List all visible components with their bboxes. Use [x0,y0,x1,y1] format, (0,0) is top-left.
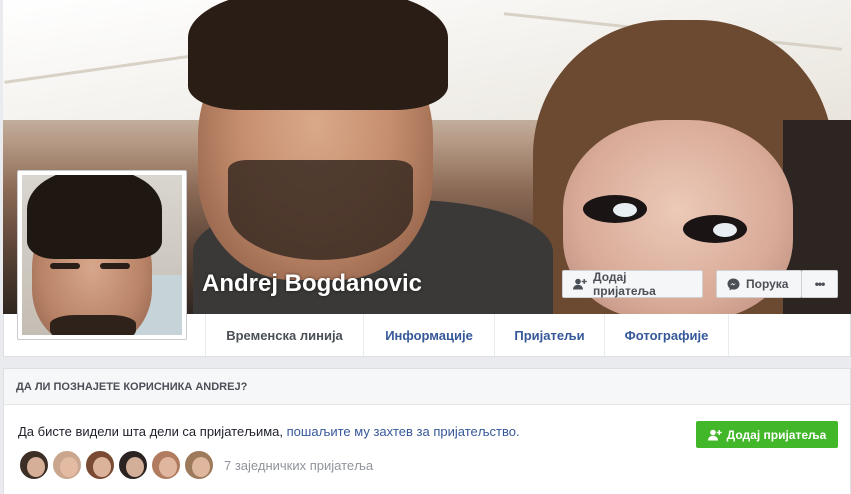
person-plus-icon [573,278,587,290]
more-dots-icon: ••• [814,277,826,291]
person-plus-icon [707,429,722,441]
profile-page: Andrej Bogdanovic Додај пријатеља Порука… [0,0,851,494]
mutual-friend-avatar[interactable] [84,449,116,481]
add-friend-green-label: Додај пријатеља [726,427,827,442]
message-button[interactable]: Порука [716,270,802,298]
mutual-friend-avatar[interactable] [183,449,215,481]
do-you-know-card: ДА ЛИ ПОЗНАЈЕТЕ КОРИСНИКА ANDREJ? Да бис… [3,368,851,494]
messenger-icon [727,278,740,291]
tab-timeline[interactable]: Временска линија [205,314,363,356]
profile-name[interactable]: Andrej Bogdanovic [202,270,422,298]
tab-photos[interactable]: Фотографије [604,314,729,356]
message-label: Порука [746,277,789,291]
card-text: Да бисте видели шта дели са пријатељима,… [18,424,520,439]
mutual-friend-avatar[interactable] [117,449,149,481]
mutual-friends-count[interactable]: 7 заједничких пријатеља [224,458,373,473]
tab-about[interactable]: Информације [363,314,494,356]
add-friend-button[interactable]: Додај пријатеља [562,270,703,298]
tab-friends[interactable]: Пријатељи [494,314,604,356]
mutual-friend-avatar[interactable] [51,449,83,481]
mutual-friends: 7 заједничких пријатеља [18,449,373,481]
card-text-prefix: Да бисте видели шта дели са пријатељима, [18,424,284,439]
profile-picture[interactable] [17,170,187,340]
add-friend-green-button[interactable]: Додај пријатеља [696,421,838,448]
avatar [22,175,182,335]
mutual-friend-avatar[interactable] [150,449,182,481]
send-request-link[interactable]: пошаљите му захтев за пријатељство. [287,424,520,439]
mutual-friend-avatar[interactable] [18,449,50,481]
add-friend-label: Додај пријатеља [593,270,656,298]
card-title: ДА ЛИ ПОЗНАЈЕТЕ КОРИСНИКА ANDREJ? [4,369,850,405]
more-options-button[interactable]: ••• [801,270,838,298]
